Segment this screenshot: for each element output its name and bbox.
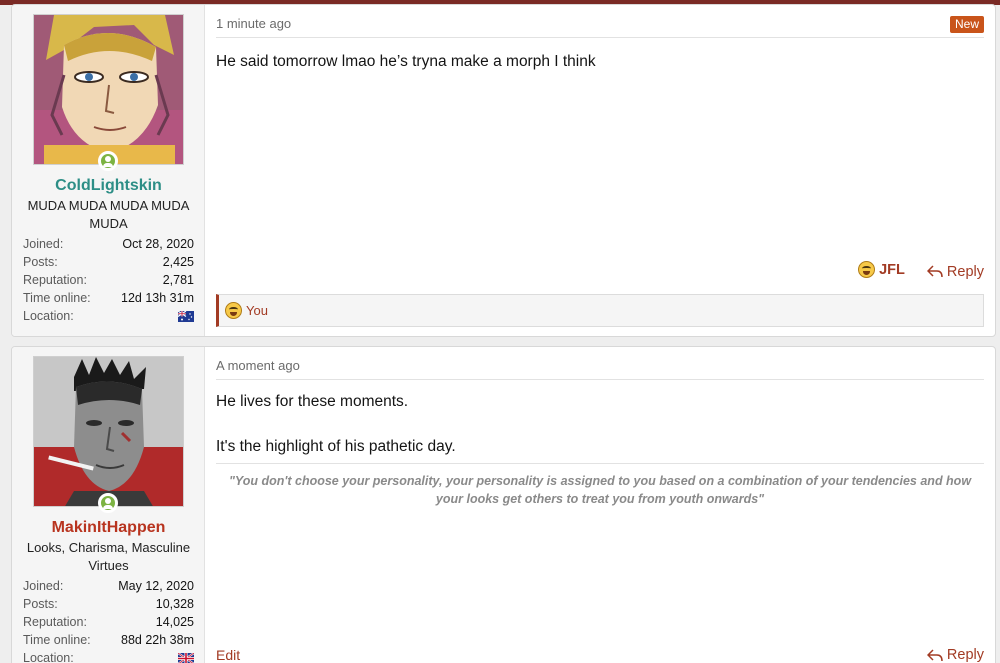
stat-value: 88d 22h 38m xyxy=(121,633,194,647)
message-paragraph: It's the highlight of his pathetic day. xyxy=(216,438,456,455)
stat-label: Location: xyxy=(23,651,74,663)
stat-location: Location: xyxy=(23,307,194,325)
stat-posts: Posts: 10,328 xyxy=(23,595,194,613)
stat-value: 14,025 xyxy=(155,615,194,629)
username-link[interactable]: MakinItHappen xyxy=(12,519,205,537)
post-message: He said tomorrow lmao he’s tryna make a … xyxy=(216,53,596,70)
laughing-emoji-icon xyxy=(858,261,876,278)
online-status-icon xyxy=(98,151,118,171)
reaction-jfl-button[interactable]: JFL xyxy=(858,261,905,278)
stat-time-online: Time online: 12d 13h 31m xyxy=(23,289,194,307)
stat-label: Time online: xyxy=(23,291,91,305)
post-actions: JFL Reply xyxy=(840,261,984,282)
reaction-label: JFL xyxy=(879,261,905,278)
stat-joined: Joined: May 12, 2020 xyxy=(23,577,194,595)
reply-icon xyxy=(926,648,943,661)
user-title: MUDA MUDA MUDA MUDA MUDA xyxy=(27,198,190,231)
stat-label: Reputation: xyxy=(23,273,87,287)
user-avatar[interactable] xyxy=(33,14,184,165)
username-link[interactable]: ColdLightskin xyxy=(12,177,205,195)
stat-value: 12d 13h 31m xyxy=(121,291,194,305)
stat-value: Oct 28, 2020 xyxy=(122,237,194,251)
anime-character-avatar-icon xyxy=(34,15,183,164)
online-status-icon xyxy=(98,493,118,513)
post-meta: 1 minute ago New xyxy=(216,16,984,38)
user-info-panel: ColdLightskin MUDA MUDA MUDA MUDA MUDA J… xyxy=(12,5,205,336)
post: ColdLightskin MUDA MUDA MUDA MUDA MUDA J… xyxy=(11,4,996,337)
edit-button[interactable]: Edit xyxy=(216,647,240,663)
user-signature: "You don't choose your personality, your… xyxy=(216,463,984,511)
reply-button[interactable]: Reply xyxy=(926,263,984,280)
reactions-summary-text: You xyxy=(246,303,268,318)
stat-label: Joined: xyxy=(23,237,64,251)
message-paragraph: He lives for these moments. xyxy=(216,393,409,410)
smoking-man-avatar-icon xyxy=(34,357,183,506)
stat-value: 10,328 xyxy=(155,597,194,611)
post-content: A moment ago He lives for these moments.… xyxy=(216,347,984,663)
stat-posts: Posts: 2,425 xyxy=(23,253,194,271)
post: MakinItHappen Looks, Charisma, Masculine… xyxy=(11,346,996,663)
stat-location: Location: xyxy=(23,649,194,663)
reply-label: Reply xyxy=(946,263,984,280)
stat-value: May 12, 2020 xyxy=(118,579,194,593)
stat-reputation: Reputation: 14,025 xyxy=(23,613,194,631)
user-stats: Joined: May 12, 2020 Posts: 10,328 Reput… xyxy=(23,577,194,663)
new-badge: New xyxy=(949,16,984,33)
user-avatar[interactable] xyxy=(33,356,184,507)
reactions-summary[interactable]: You xyxy=(216,294,984,327)
stat-reputation: Reputation: 2,781 xyxy=(23,271,194,289)
laughing-emoji-icon xyxy=(225,302,242,319)
stat-label: Posts: xyxy=(23,255,58,269)
post-actions: Reply xyxy=(909,647,984,663)
reply-label: Reply xyxy=(946,647,984,663)
user-info-panel: MakinItHappen Looks, Charisma, Masculine… xyxy=(12,347,205,663)
stat-value: 2,781 xyxy=(162,273,194,287)
stat-label: Reputation: xyxy=(23,615,87,629)
post-timestamp[interactable]: A moment ago xyxy=(216,358,300,373)
user-title: Looks, Charisma, Masculine Virtues xyxy=(26,540,191,573)
stat-time-online: Time online: 88d 22h 38m xyxy=(23,631,194,649)
australia-flag-icon xyxy=(178,311,194,322)
post-content: 1 minute ago New He said tomorrow lmao h… xyxy=(216,5,984,336)
reply-button[interactable]: Reply xyxy=(926,647,984,663)
reply-icon xyxy=(926,265,943,278)
stat-value: 2,425 xyxy=(162,255,194,269)
stat-label: Posts: xyxy=(23,597,58,611)
stat-label: Joined: xyxy=(23,579,64,593)
post-meta: A moment ago xyxy=(216,358,984,380)
stat-label: Time online: xyxy=(23,633,91,647)
stat-label: Location: xyxy=(23,309,74,323)
stat-joined: Joined: Oct 28, 2020 xyxy=(23,235,194,253)
post-timestamp[interactable]: 1 minute ago xyxy=(216,16,291,31)
user-stats: Joined: Oct 28, 2020 Posts: 2,425 Reputa… xyxy=(23,235,194,325)
uk-flag-icon xyxy=(178,653,194,663)
